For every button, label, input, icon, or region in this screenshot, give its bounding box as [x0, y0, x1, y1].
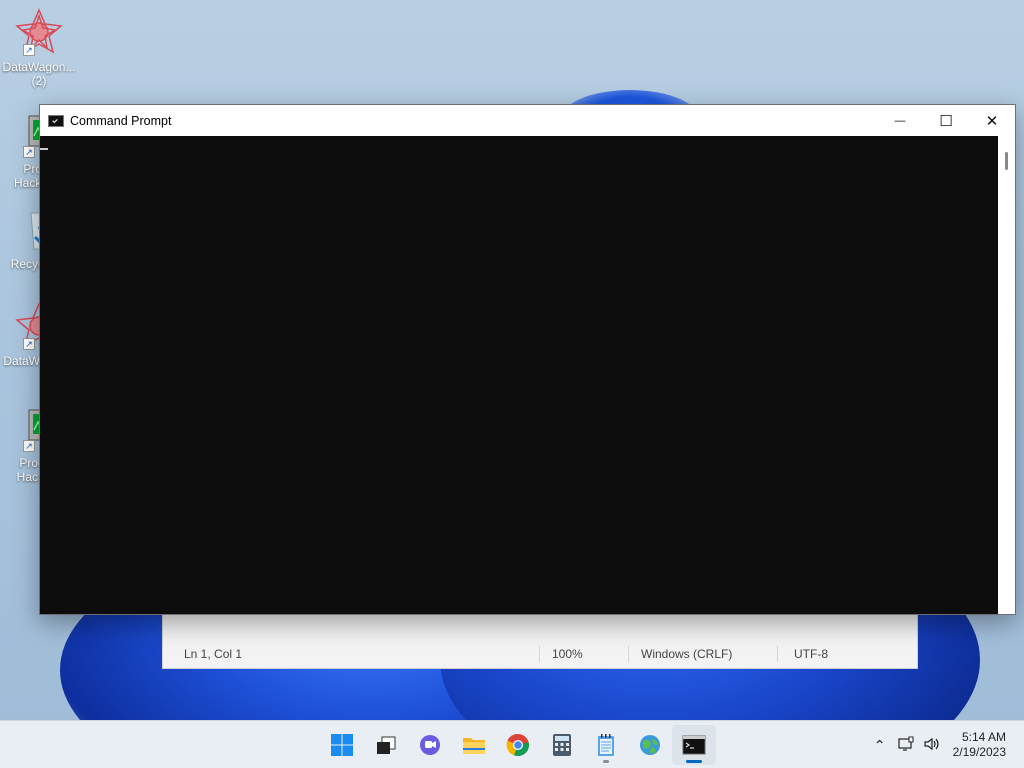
desktop-icon-label: Proc Hack	[16, 456, 44, 484]
status-zoom: 100%	[552, 647, 583, 661]
console-output-area[interactable]	[40, 136, 1015, 614]
close-button[interactable]: ✕	[969, 105, 1015, 136]
globe-icon	[640, 735, 660, 755]
desktop-icon-datawagon-2[interactable]: ↗ DataWagon... (2)	[0, 8, 78, 88]
task-view-icon	[377, 736, 396, 754]
maximize-button[interactable]: ☐	[923, 105, 969, 136]
datawagon-icon: ↗	[15, 8, 63, 56]
status-encoding: UTF-8	[794, 647, 828, 661]
notepad-icon	[598, 734, 614, 756]
vertical-scrollbar[interactable]	[998, 136, 1015, 614]
desktop-icon-label: Recyc	[10, 257, 44, 271]
system-tray: ⌃ 5:14 AM 2/19/2023	[867, 721, 1024, 768]
cmd-icon	[682, 735, 706, 755]
window-title: Command Prompt	[70, 113, 172, 128]
chrome-icon	[506, 733, 529, 757]
status-line-endings: Windows (CRLF)	[641, 647, 733, 661]
desktop-icon-label: DataWagon... (2)	[2, 60, 76, 88]
taskbar-apps	[320, 721, 716, 768]
running-indicator	[603, 760, 609, 763]
window-titlebar[interactable]: Command Prompt — ☐ ✕	[40, 105, 1015, 136]
chat-button[interactable]	[408, 725, 452, 765]
chrome-button[interactable]	[496, 725, 540, 765]
close-icon: ✕	[985, 112, 999, 130]
cmd-icon	[48, 114, 64, 127]
text-cursor	[40, 148, 48, 150]
status-cursor-position: Ln 1, Col 1	[184, 647, 243, 661]
maximize-icon: ☐	[939, 112, 953, 130]
maps-button[interactable]	[628, 725, 672, 765]
shortcut-arrow-icon: ↗	[23, 146, 35, 158]
command-prompt-taskbar-button[interactable]	[672, 725, 716, 765]
clock-button[interactable]: 5:14 AM 2/19/2023	[945, 730, 1024, 760]
desktop-icon-label: DataW	[3, 354, 40, 368]
notepad-status-bar: Ln 1, Col 1 100% Windows (CRLF) UTF-8	[163, 640, 917, 668]
volume-button[interactable]	[919, 736, 945, 755]
notepad-button[interactable]	[584, 725, 628, 765]
clock-date: 2/19/2023	[952, 745, 1006, 759]
command-prompt-window[interactable]: Command Prompt — ☐ ✕	[39, 104, 1016, 615]
shortcut-arrow-icon: ↗	[23, 440, 35, 452]
shortcut-arrow-icon: ↗	[23, 44, 35, 56]
windows-start-icon	[331, 734, 353, 756]
start-button[interactable]	[320, 725, 364, 765]
show-hidden-icons-button[interactable]: ⌃	[867, 737, 893, 754]
chevron-up-icon: ⌃	[873, 736, 886, 753]
calculator-icon	[553, 734, 571, 756]
network-icon	[898, 736, 914, 751]
calculator-button[interactable]	[540, 725, 584, 765]
clock-time: 5:14 AM	[961, 730, 1006, 744]
active-indicator	[686, 760, 702, 763]
scrollbar-thumb[interactable]	[1005, 152, 1008, 170]
minimize-button[interactable]: —	[877, 105, 923, 136]
window-controls: — ☐ ✕	[877, 105, 1015, 136]
shortcut-arrow-icon: ↗	[23, 338, 35, 350]
network-button[interactable]	[893, 736, 919, 755]
teams-chat-icon	[420, 735, 440, 755]
minimize-icon: —	[894, 114, 906, 127]
taskbar: ⌃ 5:14 AM 2/19/2023	[0, 720, 1024, 768]
folder-icon	[463, 738, 485, 754]
volume-icon	[924, 737, 939, 750]
file-explorer-button[interactable]	[452, 725, 496, 765]
task-view-button[interactable]	[364, 725, 408, 765]
